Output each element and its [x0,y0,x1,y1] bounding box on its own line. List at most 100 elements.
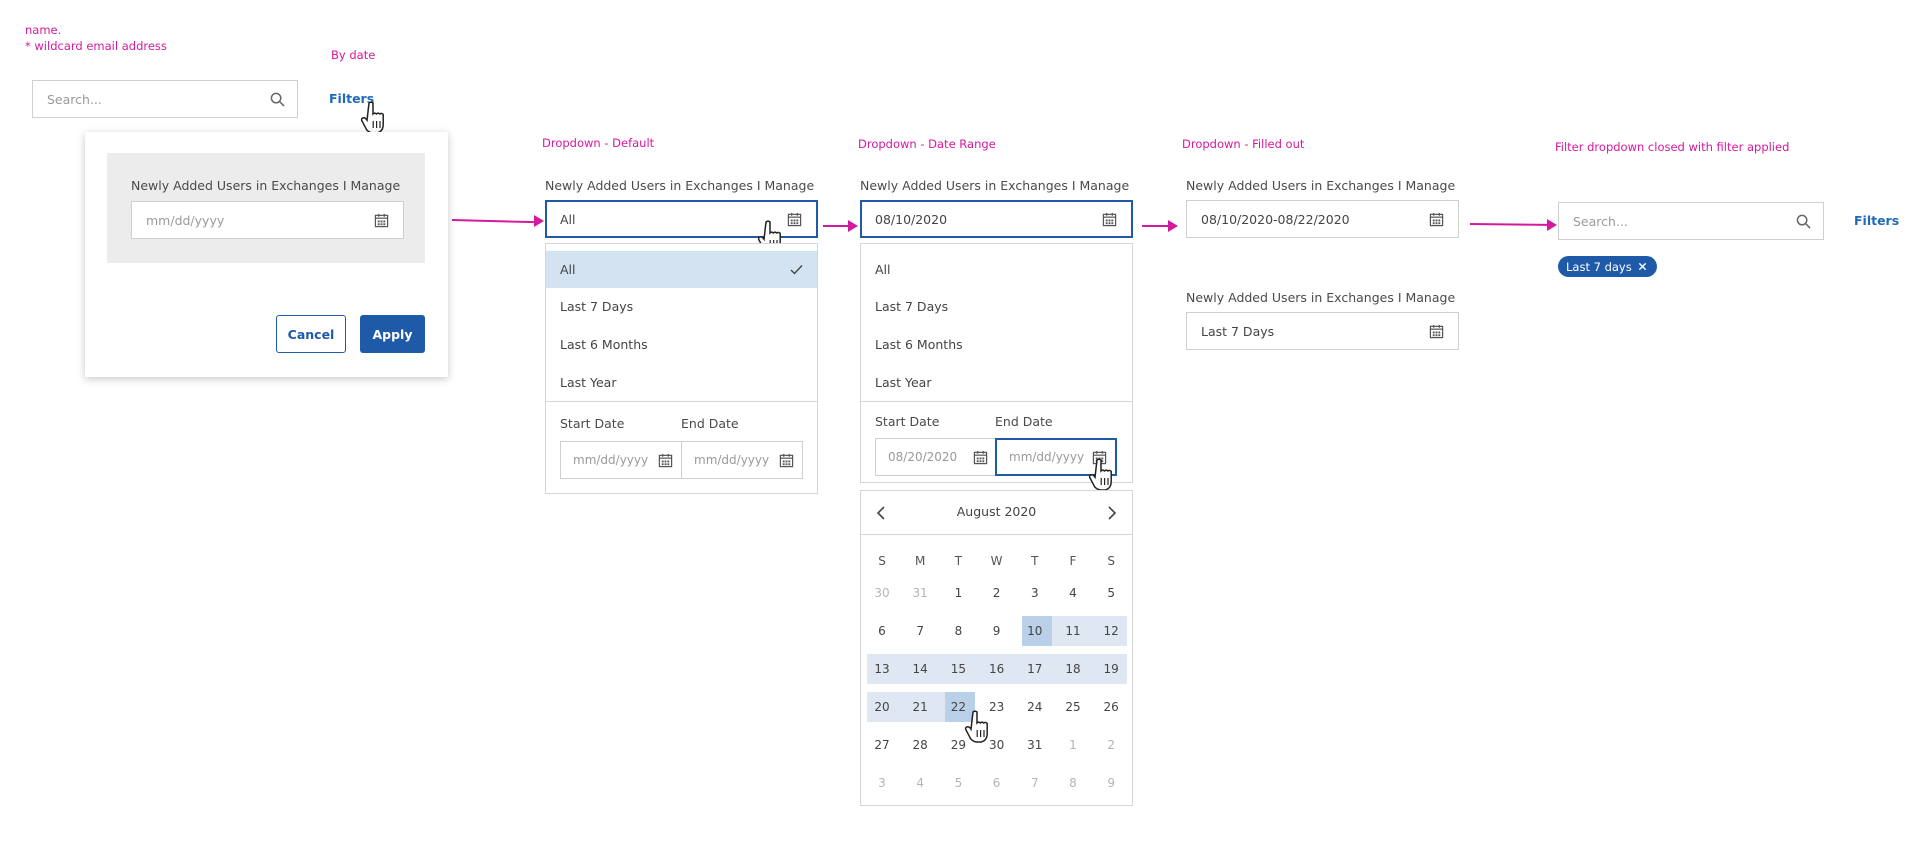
weekday-header: S [878,554,886,568]
option-label: All [875,262,891,277]
calendar-day[interactable]: 8 [1058,768,1088,798]
start-date-label: Start Date [560,416,625,431]
default-field-label: Newly Added Users in Exchanges I Manage [545,178,815,193]
weekday-header: T [954,554,963,568]
apply-button[interactable]: Apply [360,315,425,353]
weekday-header: S [1107,554,1115,568]
default-dropdown-value: All [560,211,576,227]
calendar-day[interactable]: 2 [1096,730,1126,760]
end-date-input[interactable]: mm/dd/yyyy [681,441,803,479]
note-dropdown-default: Dropdown - Default [542,136,655,150]
calendar-day[interactable]: 7 [905,616,935,646]
option-all[interactable]: All [861,251,1132,288]
end-date-placeholder: mm/dd/yyyy [694,453,770,467]
end-date-label: End Date [681,416,739,431]
filters-link-applied[interactable]: Filters [1854,213,1899,228]
calendar-day[interactable]: 6 [982,768,1012,798]
calendar-day[interactable]: 15 [943,654,973,684]
option-label: Last 7 Days [560,299,634,314]
calendar-month-title: August 2020 [956,504,1037,519]
calendar-day[interactable]: 8 [943,616,973,646]
start-date-input[interactable]: 08/20/2020 [875,438,997,476]
weekday-header: T [1031,554,1039,568]
start-date-label: Start Date [875,414,940,429]
start-date-input[interactable]: mm/dd/yyyy [560,441,682,479]
option-last-year[interactable]: Last Year [861,364,1132,401]
start-date-value: 08/20/2020 [888,450,958,464]
option-last-7-days[interactable]: Last 7 Days [861,288,1132,325]
note-dropdown-date-range: Dropdown - Date Range [858,137,996,151]
hand-cursor-icon [360,101,384,134]
calendar-day[interactable]: 6 [867,616,897,646]
weekday-header: W [990,554,1003,568]
calendar-day[interactable]: 18 [1058,654,1088,684]
calendar-day[interactable]: 7 [1020,768,1050,798]
search-icon [270,92,285,107]
search-input[interactable]: Search... [32,80,298,118]
chevron-right-icon[interactable] [1106,505,1118,521]
calendar-day[interactable]: 19 [1096,654,1126,684]
close-icon[interactable] [1638,262,1647,271]
calendar-day[interactable]: 5 [943,768,973,798]
range-field-label: Newly Added Users in Exchanges I Manage [860,178,1130,193]
calendar-day[interactable]: 2 [982,578,1012,608]
panel-date-input[interactable]: mm/dd/yyyy [131,201,404,239]
flow-arrow-line [451,219,534,224]
calendar-day[interactable]: 5 [1096,578,1126,608]
calendar-day[interactable]: 28 [905,730,935,760]
option-all[interactable]: All [546,251,817,288]
weekday-header: F [1069,554,1077,568]
calendar-day[interactable]: 31 [905,578,935,608]
calendar-day[interactable]: 20 [867,692,897,722]
note-by-date: By date [331,48,376,62]
calendar-day[interactable]: 17 [1020,654,1050,684]
calendar-day[interactable]: 12 [1096,616,1126,646]
calendar-day[interactable]: 24 [1020,692,1050,722]
calendar-icon [787,212,802,227]
calendar-day[interactable]: 11 [1058,616,1088,646]
calendar-day[interactable]: 4 [1058,578,1088,608]
filter-panel: Newly Added Users in Exchanges I Manage … [85,132,448,377]
calendar-day[interactable]: 9 [1096,768,1126,798]
option-last-year[interactable]: Last Year [546,364,817,401]
weekday-header: M [915,554,926,568]
calendar-day[interactable]: 4 [905,768,935,798]
range-dropdown-input[interactable]: 08/10/2020 [860,200,1133,238]
calendar-day[interactable]: 25 [1058,692,1088,722]
filter-chip-label: Last 7 days [1566,259,1632,274]
calendar-day[interactable]: 16 [982,654,1012,684]
option-label: Last Year [560,375,617,390]
calendar-day[interactable]: 26 [1096,692,1126,722]
panel-field-label: Newly Added Users in Exchanges I Manage [131,178,401,193]
calendar-day[interactable]: 13 [867,654,897,684]
option-last-6-months[interactable]: Last 6 Months [546,326,817,363]
calendar-day[interactable]: 14 [905,654,935,684]
flow-arrow-line [1142,225,1170,227]
calendar-icon [779,453,794,468]
calendar-day[interactable]: 30 [867,578,897,608]
calendar-day[interactable]: 27 [867,730,897,760]
filled-range-input[interactable]: 08/10/2020-08/22/2020 [1186,200,1459,238]
calendar-icon [658,453,673,468]
calendar-day[interactable]: 1 [1058,730,1088,760]
filter-chip: Last 7 days [1558,256,1657,277]
calendar-icon [374,213,389,228]
range-dropdown-menu: All Last 7 Days Last 6 Months Last Year … [860,243,1133,483]
note-wildcard: * wildcard email address [25,39,167,53]
calendar-day[interactable]: 9 [982,616,1012,646]
filled-preset-input[interactable]: Last 7 Days [1186,312,1459,350]
search-input-applied[interactable]: Search... [1558,202,1824,240]
search-placeholder: Search... [47,91,102,107]
option-last-7-days[interactable]: Last 7 Days [546,288,817,325]
calendar-day[interactable]: 10 [1020,616,1050,646]
calendar-day[interactable]: 31 [1020,730,1050,760]
filled-field-label-2: Newly Added Users in Exchanges I Manage [1186,290,1456,305]
calendar-day[interactable]: 1 [943,578,973,608]
calendar-icon [1429,212,1444,227]
cancel-button[interactable]: Cancel [276,315,346,353]
calendar-day[interactable]: 3 [1020,578,1050,608]
option-last-6-months[interactable]: Last 6 Months [861,326,1132,363]
calendar-day[interactable]: 21 [905,692,935,722]
end-date-placeholder: mm/dd/yyyy [1009,450,1085,464]
calendar-day[interactable]: 3 [867,768,897,798]
